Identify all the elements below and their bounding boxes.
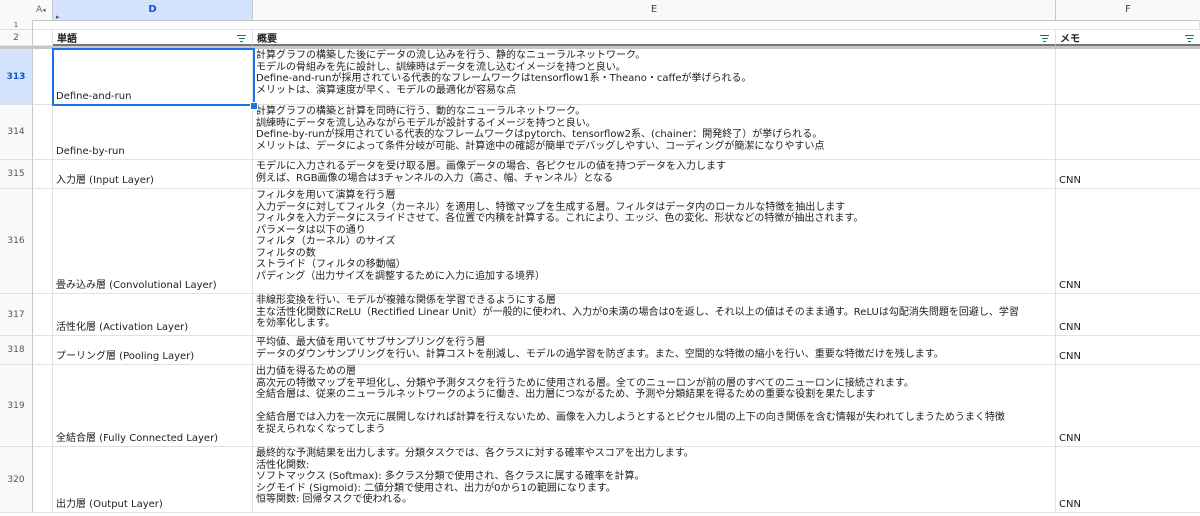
row-number-label: 318 bbox=[7, 345, 25, 355]
row-1-cells[interactable] bbox=[33, 20, 1200, 30]
word-cell[interactable]: Define-and-run bbox=[53, 49, 253, 105]
summary-cell[interactable]: フィルタを用いて演算を行う層 入力データに対してフィルタ（カーネル）を適用し、特… bbox=[253, 189, 1056, 294]
summary-text: 出力値を得るための層 高次元の特徴マップを平坦化し、分類や予測タスクを行うために… bbox=[256, 366, 1005, 435]
row-number-315[interactable]: 315 bbox=[0, 160, 33, 189]
row-number-318[interactable]: 318 bbox=[0, 336, 33, 365]
row-number-label: 315 bbox=[7, 169, 25, 179]
hidden-cell[interactable] bbox=[33, 294, 53, 336]
memo-text: CNN bbox=[1059, 433, 1081, 444]
hidden-cell[interactable] bbox=[33, 365, 53, 447]
hidden-cell[interactable] bbox=[33, 160, 53, 189]
hidden-cell[interactable] bbox=[33, 447, 53, 513]
memo-cell[interactable]: CNN bbox=[1056, 294, 1200, 336]
column-header-e[interactable]: E bbox=[253, 0, 1056, 20]
word-text: Define-by-run bbox=[56, 146, 125, 157]
summary-cell[interactable]: モデルに入力されるデータを受け取る層。画像データの場合、各ピクセルの値を持つデー… bbox=[253, 160, 1056, 189]
header-word-label: 単語 bbox=[57, 33, 77, 45]
summary-text: 計算グラフの構築と計算を同時に行う、動的なニューラルネットワーク。 訓練時にデー… bbox=[256, 106, 825, 152]
memo-cell[interactable] bbox=[1056, 49, 1200, 105]
memo-cell[interactable] bbox=[1056, 105, 1200, 160]
column-header-a[interactable]: A◂ bbox=[33, 0, 53, 20]
word-cell[interactable]: 入力層 (Input Layer) bbox=[53, 160, 253, 189]
row-number-320[interactable]: 320 bbox=[0, 447, 33, 513]
word-cell[interactable]: 全結合層 (Fully Connected Layer) bbox=[53, 365, 253, 447]
row-number-317[interactable]: 317 bbox=[0, 294, 33, 336]
word-text: プーリング層 (Pooling Layer) bbox=[56, 351, 195, 362]
memo-cell[interactable]: CNN bbox=[1056, 189, 1200, 294]
word-text: Define-and-run bbox=[56, 91, 132, 102]
header-cell-word[interactable]: 単語 bbox=[53, 30, 253, 46]
word-cell[interactable]: 活性化層 (Activation Layer) bbox=[53, 294, 253, 336]
hidden-columns-arrow-icon[interactable]: ◂ bbox=[42, 6, 46, 14]
row-number-316[interactable]: 316 bbox=[0, 189, 33, 294]
word-text: 出力層 (Output Layer) bbox=[56, 499, 163, 510]
word-text: 全結合層 (Fully Connected Layer) bbox=[56, 433, 219, 444]
row-number-313[interactable]: 313 bbox=[0, 49, 33, 105]
row-number-label: 314 bbox=[7, 127, 25, 137]
column-e-label: E bbox=[650, 4, 658, 15]
summary-cell[interactable]: 非線形変換を行い、モデルが複雑な関係を学習できるようにする層 主な活性化関数にR… bbox=[253, 294, 1056, 336]
row-number-label: 313 bbox=[6, 71, 26, 82]
summary-cell[interactable]: 計算グラフの構築した後にデータの流し込みを行う、静的なニューラルネットワーク。 … bbox=[253, 49, 1056, 105]
header-summary-label: 概要 bbox=[257, 33, 277, 45]
summary-text: フィルタを用いて演算を行う層 入力データに対してフィルタ（カーネル）を適用し、特… bbox=[256, 190, 864, 282]
memo-text: CNN bbox=[1059, 499, 1081, 510]
column-f-label: F bbox=[1125, 4, 1131, 15]
select-all-corner[interactable] bbox=[0, 0, 34, 20]
memo-text: CNN bbox=[1059, 175, 1081, 186]
word-cell[interactable]: 畳み込み層 (Convolutional Layer) bbox=[53, 189, 253, 294]
row-number-label: 320 bbox=[7, 474, 25, 485]
memo-text: CNN bbox=[1059, 280, 1081, 291]
hidden-cell[interactable] bbox=[33, 336, 53, 365]
row-number-1[interactable]: 1 bbox=[0, 20, 33, 30]
memo-cell[interactable]: CNN bbox=[1056, 336, 1200, 365]
header-cell-memo[interactable]: メモ bbox=[1056, 30, 1200, 46]
word-cell[interactable]: 出力層 (Output Layer) bbox=[53, 447, 253, 513]
filter-icon[interactable] bbox=[1185, 35, 1194, 43]
word-text: 入力層 (Input Layer) bbox=[56, 175, 154, 186]
fill-handle[interactable] bbox=[250, 102, 258, 110]
row-number-label: 316 bbox=[7, 236, 25, 246]
word-cell[interactable]: プーリング層 (Pooling Layer) bbox=[53, 336, 253, 365]
word-text: 畳み込み層 (Convolutional Layer) bbox=[56, 280, 217, 291]
summary-cell[interactable]: 計算グラフの構築と計算を同時に行う、動的なニューラルネットワーク。 訓練時にデー… bbox=[253, 105, 1056, 160]
memo-text: CNN bbox=[1059, 351, 1081, 362]
header-cell-summary[interactable]: 概要 bbox=[253, 30, 1056, 46]
word-text: 活性化層 (Activation Layer) bbox=[56, 322, 189, 333]
hidden-cell[interactable] bbox=[33, 189, 53, 294]
row-number-label: 1 bbox=[13, 20, 19, 29]
filter-icon[interactable] bbox=[1040, 35, 1049, 43]
summary-cell[interactable]: 最終的な予測結果を出力します。分類タスクでは、各クラスに対する確率やスコアを出力… bbox=[253, 447, 1056, 513]
row-number-label: 317 bbox=[7, 309, 25, 320]
row-number-label: 319 bbox=[7, 400, 25, 411]
column-header-d[interactable]: ▸ D bbox=[53, 0, 253, 21]
column-header-f[interactable]: F bbox=[1056, 0, 1200, 20]
header-memo-label: メモ bbox=[1060, 33, 1080, 45]
column-d-label: D bbox=[148, 4, 157, 15]
filter-icon[interactable] bbox=[237, 35, 246, 43]
row-number-label: 2 bbox=[13, 32, 19, 43]
hidden-cell[interactable] bbox=[33, 30, 53, 46]
hidden-cell[interactable] bbox=[33, 49, 53, 105]
memo-cell[interactable]: CNN bbox=[1056, 160, 1200, 189]
row-number-2[interactable]: 2 bbox=[0, 30, 33, 46]
row-number-314[interactable]: 314 bbox=[0, 105, 33, 160]
memo-cell[interactable]: CNN bbox=[1056, 447, 1200, 513]
summary-text: 最終的な予測結果を出力します。分類タスクでは、各クラスに対する確率やスコアを出力… bbox=[256, 448, 694, 505]
summary-cell[interactable]: 平均値、最大値を用いてサブサンプリングを行う層 データのダウンサンプリングを行い… bbox=[253, 336, 1056, 365]
memo-text: CNN bbox=[1059, 322, 1081, 333]
summary-cell[interactable]: 出力値を得るための層 高次元の特徴マップを平坦化し、分類や予測タスクを行うために… bbox=[253, 365, 1056, 447]
summary-text: モデルに入力されるデータを受け取る層。画像データの場合、各ピクセルの値を持つデー… bbox=[256, 161, 726, 184]
word-cell[interactable]: Define-by-run bbox=[53, 105, 253, 160]
memo-cell[interactable]: CNN bbox=[1056, 365, 1200, 447]
summary-text: 非線形変換を行い、モデルが複雑な関係を学習できるようにする層 主な活性化関数にR… bbox=[256, 295, 1019, 329]
summary-text: 計算グラフの構築した後にデータの流し込みを行う、静的なニューラルネットワーク。 … bbox=[256, 50, 752, 96]
row-number-319[interactable]: 319 bbox=[0, 365, 33, 447]
hidden-cell[interactable] bbox=[33, 105, 53, 160]
summary-text: 平均値、最大値を用いてサブサンプリングを行う層 データのダウンサンプリングを行い… bbox=[256, 337, 944, 360]
